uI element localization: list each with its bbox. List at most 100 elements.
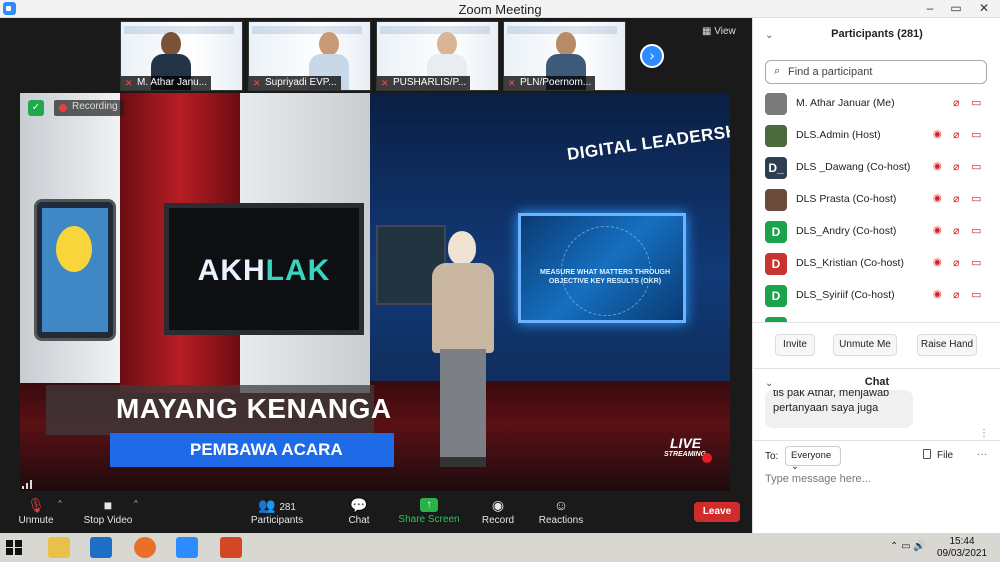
presenter-figure [424,229,502,469]
view-button[interactable]: ▦ View [702,26,736,37]
system-tray-icon[interactable]: ⌃ ▭ 🔊 [890,541,926,552]
participant-row[interactable]: DLS Prasta (Co-host) ◉ ⌀ ▭ [753,184,1000,216]
leave-button[interactable]: Leave [694,502,740,522]
divider [753,322,1000,323]
participants-button[interactable]: 👥 281 Participants [248,493,306,533]
live-streaming-badge: LIVE STREAMING [660,435,718,465]
participant-row[interactable]: D DLS_Syiriif (Co-host) ◉ ⌀ ▭ [753,280,1000,312]
powerpoint-icon[interactable] [220,537,242,558]
presenter-name: MAYANG KENANGA [46,385,391,435]
thumbnail-name: ✕ Supriyadi EVP... [249,76,341,90]
participant-row[interactable]: D_ DLS _Dawang (Co-host) ◉ ⌀ ▭ [753,152,1000,184]
minimize-button[interactable]: – [918,0,942,18]
avatar: D_ [765,157,787,179]
participants-title: Participants (281) [831,28,923,40]
maximize-button[interactable]: ▭ [944,0,968,18]
participant-row[interactable]: M. Athar Januar (Me) ⌀ ▭ [753,88,1000,120]
invite-button[interactable]: Invite [775,334,815,356]
share-screen-icon: ↑ [420,498,438,512]
zoom-taskbar-icon[interactable] [176,537,198,558]
recording-icon: ◉ [933,193,942,204]
clock[interactable]: 15:44 09/03/2021 [930,536,994,560]
chat-message-text: tis pak Athar, menjawab pertanyaan saya … [773,390,890,414]
participant-row[interactable]: D DLS_Andry (Co-host) ◉ ⌀ ▭ [753,216,1000,248]
participant-name: DLS_Syiriif (Co-host) [796,289,895,301]
zoom-app: Zoom Meeting – ▭ ✕ ✕ M. Athar Janu... ✕ Su… [0,0,1000,562]
recipient-select[interactable]: Everyone ⌄ [785,446,841,472]
windows-taskbar: ⌃ ▭ 🔊 15:44 09/03/2021 [0,533,1000,562]
share-screen-button[interactable]: ↑ Share Screen [398,493,460,533]
participant-name: M. Athar Januar (Me) [796,97,895,109]
audio-options-caret[interactable]: ^ [58,499,62,508]
chat-bubble-icon: 💬 [350,497,368,513]
security-shield-icon[interactable]: ✓ [28,100,44,116]
participant-list: M. Athar Januar (Me) ⌀ ▭ DLS.Admin (Host… [753,88,1000,322]
mic-muted-icon: 🎙︎ [27,497,45,513]
reactions-button[interactable]: ☺ Reactions [538,493,584,533]
unmute-button[interactable]: 🎙︎ Unmute ^ [14,493,61,533]
mic-muted-icon: ✕ [508,78,516,88]
main-video: AKHLAK DIGITAL LEADERSHIP SERIES MEASURE… [20,93,730,491]
participant-thumbnail[interactable]: ✕ M. Athar Janu... [120,21,243,91]
mic-muted-icon[interactable]: ⌀ [953,288,960,301]
participant-thumbnail[interactable]: ✕ PUSHARLIS/P... [376,21,499,91]
outlook-icon[interactable] [90,537,112,558]
video-off-icon[interactable]: ▭ [971,128,981,141]
chat-button[interactable]: 💬 Chat [343,493,375,533]
participants-chat-panel: ⌄ Participants (281) ⌕ Find a participan… [752,18,1000,533]
participant-row[interactable]: DLS.Admin (Host) ◉ ⌀ ▭ [753,120,1000,152]
mic-muted-icon[interactable]: ⌀ [953,256,960,269]
video-off-icon[interactable]: ▭ [971,224,981,237]
phone-display [34,199,116,341]
video-off-icon[interactable]: ▭ [971,288,981,301]
mic-muted-icon[interactable]: ⌀ [953,224,960,237]
recording-indicator: Recording [54,100,124,116]
presenter-role: PEMBAWA ACARA [110,433,394,467]
participant-thumbnail[interactable]: ✕ Supriyadi EVP... [248,21,371,91]
grid-icon: ▦ [702,26,715,37]
participants-icon: 👥 281 [257,497,296,513]
participant-actions: Invite Unmute Me Raise Hand [753,334,1000,358]
chat-more-icon[interactable]: ··· [977,449,987,460]
participant-thumbnail[interactable]: ✕ PLN/Poernom... [503,21,626,91]
participant-search-input[interactable]: ⌕ Find a participant [765,60,987,84]
chat-message-input[interactable]: Type message here... [765,473,871,485]
firefox-icon[interactable] [134,537,156,558]
window-title: Zoom Meeting [458,2,542,17]
file-explorer-icon[interactable] [48,537,70,558]
participant-name: DLS _Dawang (Co-host) [796,161,911,173]
video-off-icon[interactable]: ▭ [971,256,981,269]
video-options-caret[interactable]: ^ [134,499,138,508]
video-off-icon[interactable]: ▭ [971,96,981,109]
okr-screen: MEASURE WHAT MATTERS THROUGH OBJECTIVE K… [518,213,686,323]
record-button[interactable]: ◉ Record [481,493,515,533]
more-options-icon[interactable]: ⋮ [979,428,989,439]
mic-muted-icon[interactable]: ⌀ [953,192,960,205]
divider [753,368,1000,369]
connection-signal-icon[interactable] [22,479,36,489]
recording-icon: ◉ [933,161,942,172]
recording-icon: ◉ [933,225,942,236]
video-off-icon[interactable]: ▭ [971,160,981,173]
title-bar: Zoom Meeting – ▭ ✕ [0,0,1000,18]
recording-icon: ◉ [933,289,942,300]
akhlak-screen: AKHLAK [164,203,364,335]
file-button[interactable]: File [923,449,953,461]
mic-muted-icon[interactable]: ⌀ [953,160,960,173]
close-button[interactable]: ✕ [972,0,996,18]
akhlak-logo: AKHLAK [197,254,331,287]
next-page-button[interactable]: › [640,44,664,68]
thumbnail-name: ✕ M. Athar Janu... [121,76,212,90]
video-off-icon[interactable]: ▭ [971,192,981,205]
mic-muted-icon[interactable]: ⌀ [953,96,960,109]
raise-hand-button[interactable]: Raise Hand [917,334,977,356]
windows-start-icon[interactable] [6,540,22,555]
stop-video-button[interactable]: ■ Stop Video ^ [82,493,138,533]
mic-muted-icon[interactable]: ⌀ [953,128,960,141]
avatar [765,189,787,211]
participant-row[interactable]: D DLS_Kristian (Co-host) ◉ ⌀ ▭ [753,248,1000,280]
chat-title: Chat [864,376,890,388]
unmute-me-button[interactable]: Unmute Me [833,334,897,356]
participant-row[interactable] [753,312,1000,322]
avatar [765,125,787,147]
